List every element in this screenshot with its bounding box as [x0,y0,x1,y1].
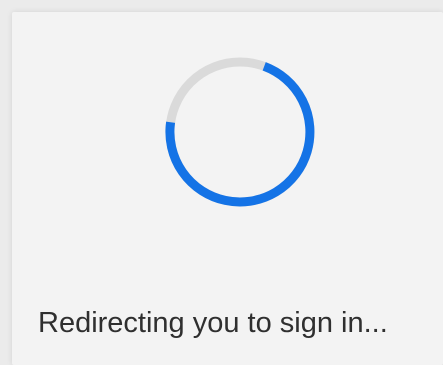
redirect-message: Redirecting you to sign in... [38,307,388,339]
loading-spinner-icon [165,57,315,207]
page-backdrop: Redirecting you to sign in... [0,0,443,365]
